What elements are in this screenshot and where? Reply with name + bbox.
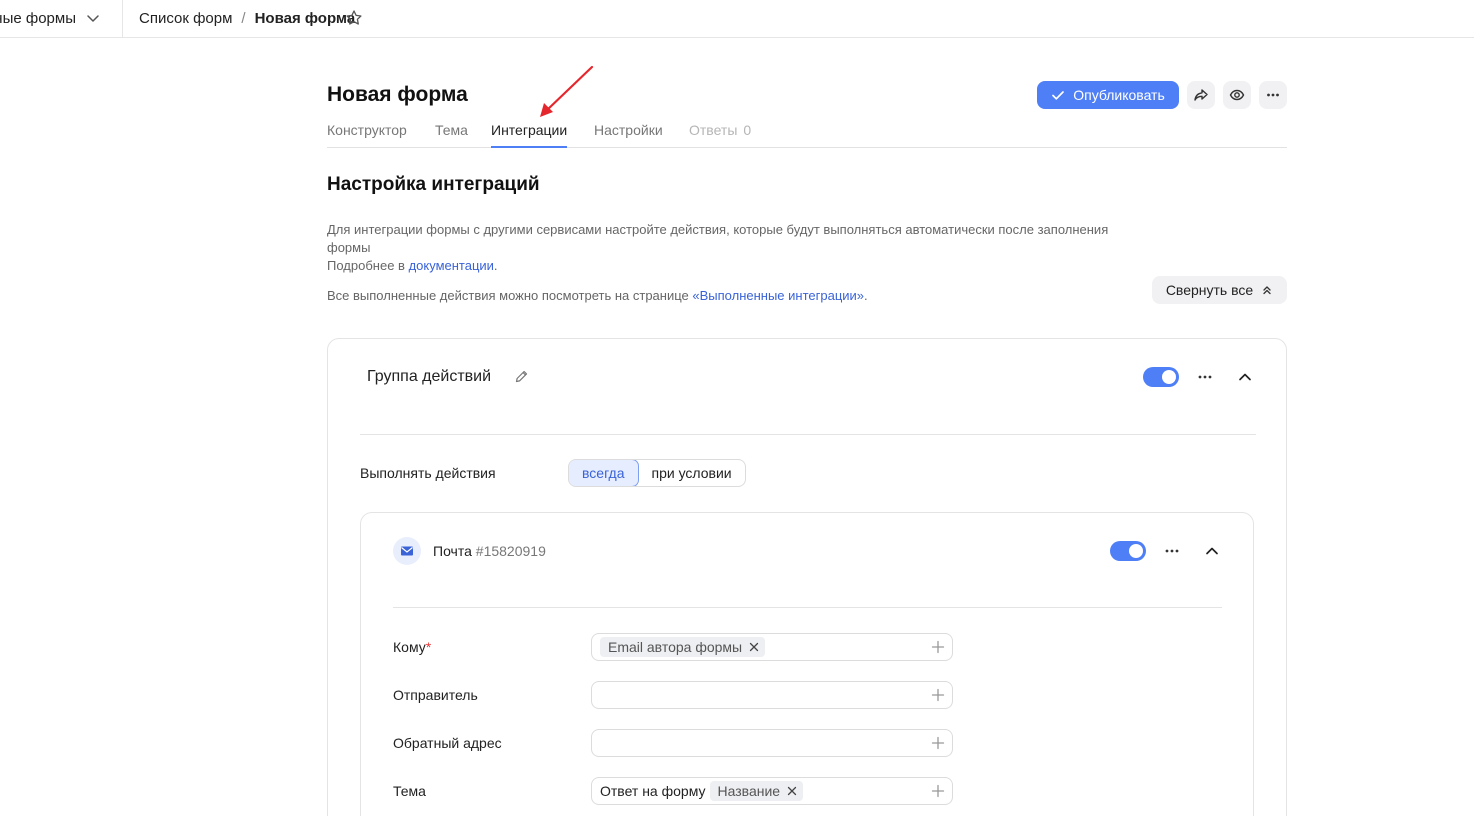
tab-settings[interactable]: Настройки xyxy=(594,122,663,148)
breadcrumb: Список форм / Новая форма xyxy=(139,10,355,27)
integrations-description: Для интеграции формы с другими сервисами… xyxy=(327,221,1117,275)
mail-more-icon[interactable] xyxy=(1162,541,1182,561)
mail-chevron-up-icon[interactable] xyxy=(1204,543,1220,559)
more-button[interactable] xyxy=(1259,81,1287,109)
eye-icon xyxy=(1229,89,1245,101)
docs-prefix: Подробнее в xyxy=(327,258,409,273)
tab-answers-count: 0 xyxy=(743,122,752,138)
star-icon[interactable] xyxy=(345,9,363,27)
more-dots-icon xyxy=(1267,93,1279,97)
share-icon xyxy=(1194,89,1208,101)
subject-text: Ответ на форму xyxy=(600,783,706,799)
chip-label: Email автора формы xyxy=(608,639,743,655)
remove-chip-icon[interactable] xyxy=(749,642,759,652)
share-button[interactable] xyxy=(1187,81,1215,109)
tab-answers: Ответы 0 xyxy=(689,122,751,148)
to-field[interactable]: Email автора формы xyxy=(591,633,953,661)
chip-label: Название xyxy=(717,783,781,799)
section-title: Настройка интеграций xyxy=(327,174,540,195)
sender-field[interactable] xyxy=(591,681,953,709)
field-label-reply-to: Обратный адрес xyxy=(393,735,502,751)
group-divider xyxy=(360,434,1256,435)
mail-action-id: #15820919 xyxy=(475,543,546,559)
docs-suffix: . xyxy=(493,258,498,273)
remove-chip-icon[interactable] xyxy=(787,786,797,796)
chevron-down-icon xyxy=(87,15,99,22)
subject-field[interactable]: Ответ на форму Название xyxy=(591,777,953,805)
mail-action-toggle[interactable] xyxy=(1110,541,1146,561)
field-label-subject: Тема xyxy=(393,783,426,799)
executed-suffix: . xyxy=(864,288,868,303)
mail-action-title: Почта #15820919 xyxy=(433,543,546,559)
annotation-arrow-icon xyxy=(540,65,594,117)
group-more-icon[interactable] xyxy=(1195,367,1215,387)
field-label-sender: Отправитель xyxy=(393,687,478,703)
executed-integrations-link[interactable]: «Выполненные интеграции» xyxy=(692,288,864,303)
publish-label: Опубликовать xyxy=(1073,87,1165,103)
execute-mode-always[interactable]: всегда xyxy=(568,460,639,486)
field-label-to: Кому* xyxy=(393,639,431,655)
execute-mode-conditional[interactable]: при условии xyxy=(639,460,745,486)
variable-chip: Название xyxy=(709,781,804,801)
plus-icon[interactable] xyxy=(931,688,945,702)
mail-divider xyxy=(393,607,1222,608)
chevron-up-icon[interactable] xyxy=(1237,369,1253,385)
pencil-icon[interactable] xyxy=(514,369,529,384)
tabs-bar: Конструктор Тема Интеграции Настройки От… xyxy=(327,122,1287,148)
top-bar: ные формы Список форм / Новая форма xyxy=(0,0,1474,38)
plus-icon[interactable] xyxy=(931,640,945,654)
breadcrumb-current: Новая форма xyxy=(254,10,356,27)
execute-actions-label: Выполнять действия xyxy=(360,465,496,481)
executed-prefix: Все выполненные действия можно посмотрет… xyxy=(327,288,693,303)
mail-action-name: Почта xyxy=(433,543,472,559)
group-toggle[interactable] xyxy=(1143,367,1179,387)
docs-link[interactable]: документации xyxy=(409,258,494,273)
variable-chip: Email автора формы xyxy=(600,637,766,657)
field-label-to-text: Кому xyxy=(393,639,426,655)
page-title: Новая форма xyxy=(327,83,468,106)
mail-icon xyxy=(393,537,421,565)
reply-to-field[interactable] xyxy=(591,729,953,757)
collapse-all-label: Свернуть все xyxy=(1165,282,1254,298)
publish-button[interactable]: Опубликовать xyxy=(1037,81,1179,109)
breadcrumb-separator: / xyxy=(241,10,246,27)
check-icon xyxy=(1052,91,1065,100)
workspace-select[interactable]: ные формы xyxy=(0,0,123,38)
executed-line: Все выполненные действия можно посмотрет… xyxy=(327,287,868,305)
breadcrumb-forms-list[interactable]: Список форм xyxy=(139,10,232,27)
workspace-label: ные формы xyxy=(0,10,76,27)
tab-theme[interactable]: Тема xyxy=(435,122,468,148)
docs-line: Подробнее в документации. xyxy=(327,257,1117,275)
preview-button[interactable] xyxy=(1223,81,1251,109)
description-text: Для интеграции формы с другими сервисами… xyxy=(327,222,1109,255)
collapse-all-button[interactable]: Свернуть все xyxy=(1152,276,1287,304)
execute-mode-selector: всегда при условии xyxy=(568,459,746,487)
group-title: Группа действий xyxy=(367,368,492,385)
action-group-card: Группа действий Выполнять действия всегд… xyxy=(327,338,1287,816)
plus-icon[interactable] xyxy=(931,784,945,798)
tab-constructor[interactable]: Конструктор xyxy=(327,122,407,148)
plus-icon[interactable] xyxy=(931,736,945,750)
tab-answers-label: Ответы xyxy=(689,122,738,138)
mail-action-card: Почта #15820919 Кому* Email автора формы… xyxy=(360,512,1254,816)
double-chevron-up-icon xyxy=(1263,286,1271,295)
required-mark: * xyxy=(425,639,432,655)
